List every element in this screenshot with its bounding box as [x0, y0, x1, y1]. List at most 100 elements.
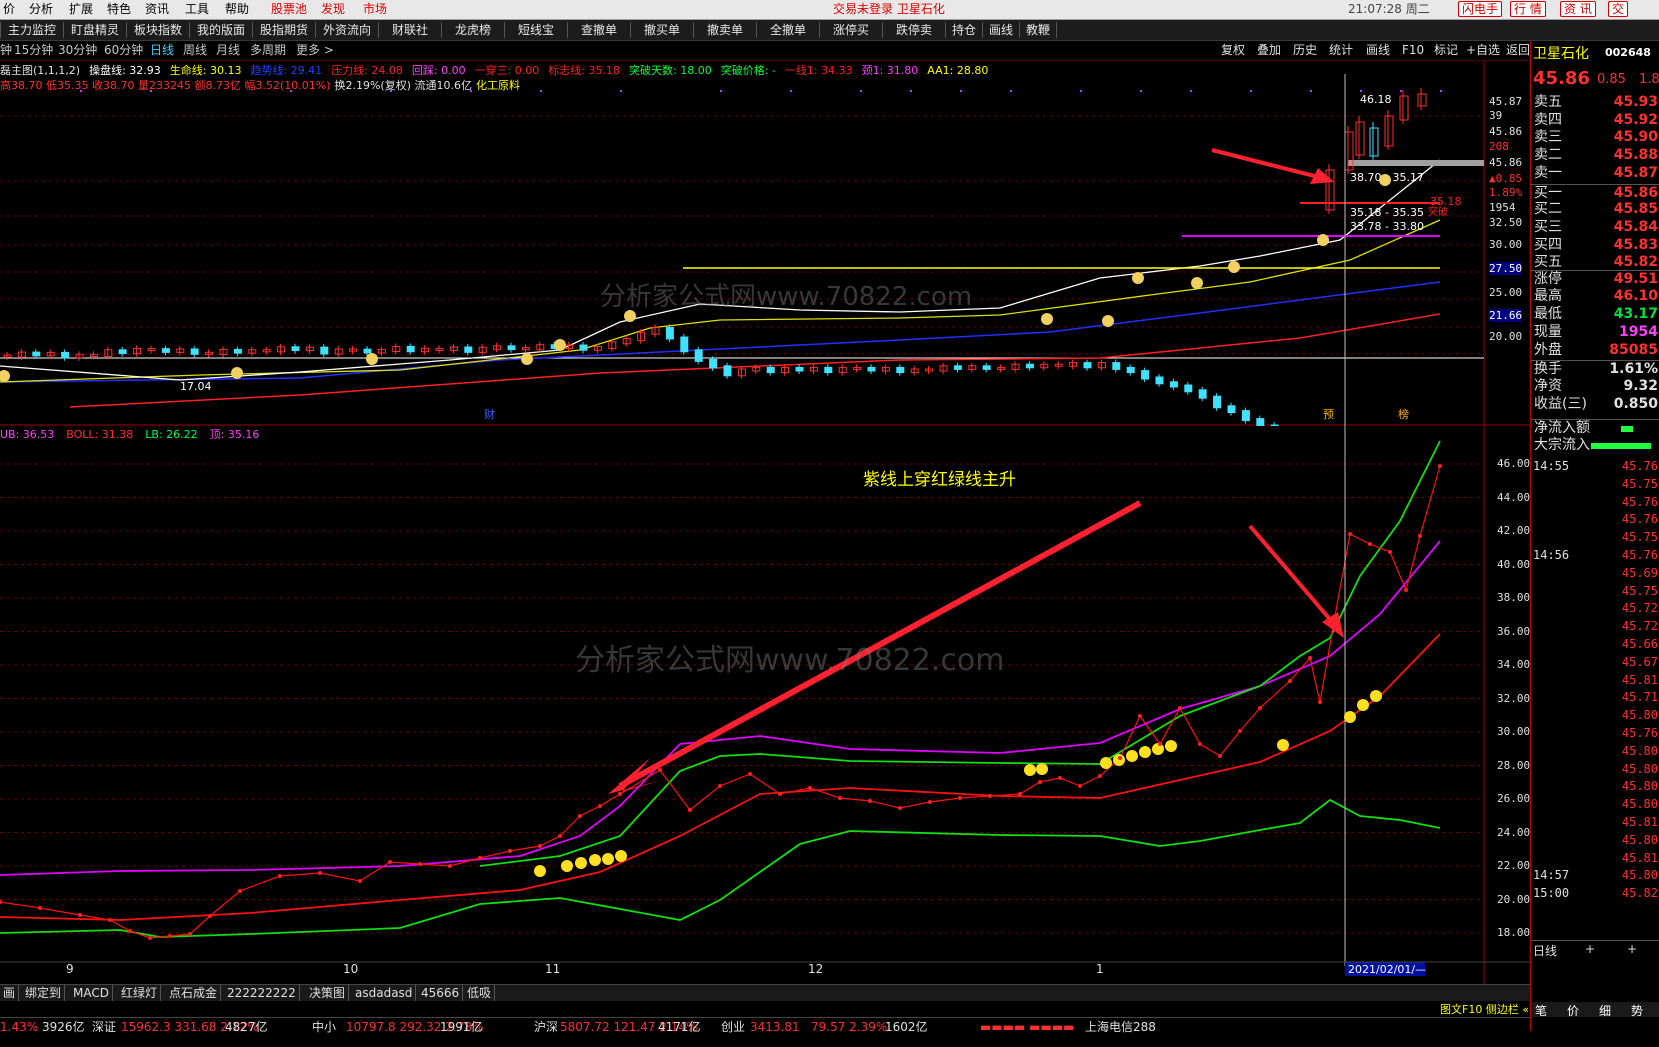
menu-item[interactable]: 帮助	[222, 1, 252, 17]
quote-stat-row: 现量 1954	[1531, 324, 1659, 341]
draw-line-button[interactable]: 画线	[1366, 43, 1390, 58]
toolbar-cls[interactable]: 财联社	[378, 22, 441, 38]
fund-flow-row: 净流入额	[1531, 419, 1659, 437]
boll-tick: 28.00	[1497, 758, 1531, 772]
tab-tick[interactable]: 笔	[1535, 1002, 1547, 1019]
trade-button[interactable]: 交	[1608, 1, 1629, 17]
period-daily[interactable]: 日线	[150, 43, 174, 58]
tick-price: 45.72	[1621, 619, 1658, 634]
toolbar-my-layout[interactable]: 我的版面	[189, 22, 252, 38]
toolbar-pointer[interactable]: 教鞭	[1019, 22, 1057, 38]
order-level-label: 买五	[1534, 254, 1562, 271]
order-book-row: 买四 45.83	[1531, 237, 1659, 254]
price-dot	[388, 860, 392, 864]
order-level-price: 45.84	[1613, 218, 1658, 235]
indicator-tab[interactable]: MACD	[70, 985, 113, 1001]
period-multi[interactable]: 多周期	[250, 43, 286, 58]
toolbar-limit-down-sell[interactable]: 跌停卖	[882, 22, 945, 38]
toolbar-draw[interactable]: 画线	[982, 22, 1019, 38]
candle	[709, 358, 718, 369]
menu-item[interactable]: 扩展	[66, 1, 96, 17]
candle	[1369, 127, 1379, 157]
tab-daily[interactable]: 日线	[1533, 942, 1557, 959]
toolbar-short-line[interactable]: 短线宝	[504, 22, 567, 38]
sidebar-toggle[interactable]: 图文F10 侧边栏 «	[1440, 1001, 1529, 1017]
order-level-price: 45.85	[1613, 201, 1658, 218]
menu-item[interactable]: 分析	[26, 1, 56, 17]
menu-item[interactable]: 资讯	[142, 1, 172, 17]
toolbar-limit-up-buy[interactable]: 涨停买	[819, 22, 882, 38]
add-watchlist-button[interactable]: +自选	[1466, 43, 1500, 58]
toolbar-query-cancel[interactable]: 查撤单	[567, 22, 630, 38]
indicator-tab[interactable]: 绑定到	[22, 985, 66, 1001]
menu-item-market[interactable]: 市场	[360, 1, 390, 17]
period-30min[interactable]: 30分钟	[58, 43, 97, 58]
strategy-annotation: 紫线上穿红绿线主升	[863, 470, 1016, 490]
indicator-tab[interactable]: 低吸	[464, 985, 496, 1001]
price-tick: 32.50	[1489, 216, 1523, 229]
tab-trend[interactable]: 势	[1631, 1002, 1643, 1019]
zoom-in-button[interactable]: +	[1585, 942, 1595, 956]
order-level-price: 45.92	[1613, 111, 1658, 128]
market-index-field: 4827亿	[225, 1020, 268, 1034]
quote-stat-row: 净资 9.32	[1531, 378, 1659, 395]
menu-item[interactable]: 工具	[182, 1, 212, 17]
stats-button[interactable]: 统计	[1329, 43, 1353, 58]
date-tick: 9	[66, 962, 74, 976]
tick-price: 45.80	[1621, 779, 1658, 794]
candlestick-chart[interactable]: 38.70 - 35.17 35.18 - 35.35 33.78 - 33.8…	[0, 60, 1530, 426]
lightning-button[interactable]: 闪电手	[1458, 1, 1503, 17]
toolbar-index-futures[interactable]: 股指期货	[252, 22, 315, 38]
tick-row: 14:55 45.76	[1531, 459, 1659, 474]
toolbar-cancel-buy[interactable]: 撤买单	[630, 22, 693, 38]
period-minute[interactable]: 钟	[0, 43, 12, 58]
toolbar-watch-genie[interactable]: 盯盘精灵	[63, 22, 126, 38]
price-dot	[1388, 550, 1392, 554]
period-monthly[interactable]: 月线	[216, 43, 240, 58]
tab-price[interactable]: 价	[1567, 1002, 1579, 1019]
history-button[interactable]: 历史	[1293, 43, 1317, 58]
toolbar-cancel-all[interactable]: 全撤单	[756, 22, 819, 38]
indicator-tab[interactable]: asdadasd	[352, 985, 417, 1001]
toolbar-cancel-sell[interactable]: 撤卖单	[693, 22, 756, 38]
tick-price: 45.80	[1621, 797, 1658, 812]
news-button[interactable]: 资 讯	[1560, 1, 1596, 17]
restore-rights-button[interactable]: 复权	[1221, 43, 1245, 58]
order-level-price: 45.82	[1613, 254, 1658, 271]
quote-button[interactable]: 行 情	[1510, 1, 1546, 17]
toolbar-sector-index[interactable]: 板块指数	[126, 22, 189, 38]
f10-button[interactable]: F10	[1402, 43, 1424, 58]
price-dot	[208, 914, 212, 918]
toolbar-dragon-tiger[interactable]: 龙虎榜	[441, 22, 504, 38]
toolbar-main-monitor[interactable]: 主力监控	[0, 22, 63, 38]
boll-indicator-chart[interactable]: 紫线上穿红绿线主升 分析家公式网www.70822.com 9 10 11 12…	[0, 426, 1530, 986]
tick-price: 45.75	[1621, 476, 1658, 491]
menu-item[interactable]: 价	[0, 1, 18, 17]
tab-detail[interactable]: 细	[1599, 1002, 1611, 1019]
indicator-tab[interactable]: 红绿灯	[118, 985, 162, 1001]
indicator-tab[interactable]: 222222222	[224, 985, 300, 1001]
indicator-tab[interactable]: 决策图	[306, 985, 350, 1001]
indicator-tab[interactable]: 点石成金	[166, 985, 222, 1001]
period-more[interactable]: 更多 >	[296, 43, 334, 58]
tick-price: 45.76	[1621, 548, 1658, 562]
toolbar-position[interactable]: 持仓	[945, 22, 982, 38]
toolbar-foreign-flow[interactable]: 外资流向	[315, 22, 378, 38]
period-weekly[interactable]: 周线	[183, 43, 207, 58]
price-dot	[778, 792, 782, 796]
period-15min[interactable]: 15分钟	[14, 43, 53, 58]
overlay-button[interactable]: 叠加	[1257, 43, 1281, 58]
market-index-field: 3413.81	[750, 1020, 800, 1034]
indicator-tab[interactable]: 画	[0, 985, 20, 1001]
stock-code: 002648	[1605, 46, 1651, 59]
indicator-tab[interactable]: 45666	[418, 985, 464, 1001]
tick-price: 45.80	[1621, 743, 1658, 758]
zoom-in-button[interactable]: +	[1627, 942, 1637, 956]
mark-button[interactable]: 标记	[1434, 43, 1458, 58]
period-60min[interactable]: 60分钟	[104, 43, 143, 58]
menu-item-stock-pool[interactable]: 股票池	[268, 1, 310, 17]
menu-item[interactable]: 特色	[104, 1, 134, 17]
back-button[interactable]: 返回	[1506, 43, 1530, 58]
menu-item-discover[interactable]: 发现	[318, 1, 348, 17]
candle	[723, 365, 732, 377]
